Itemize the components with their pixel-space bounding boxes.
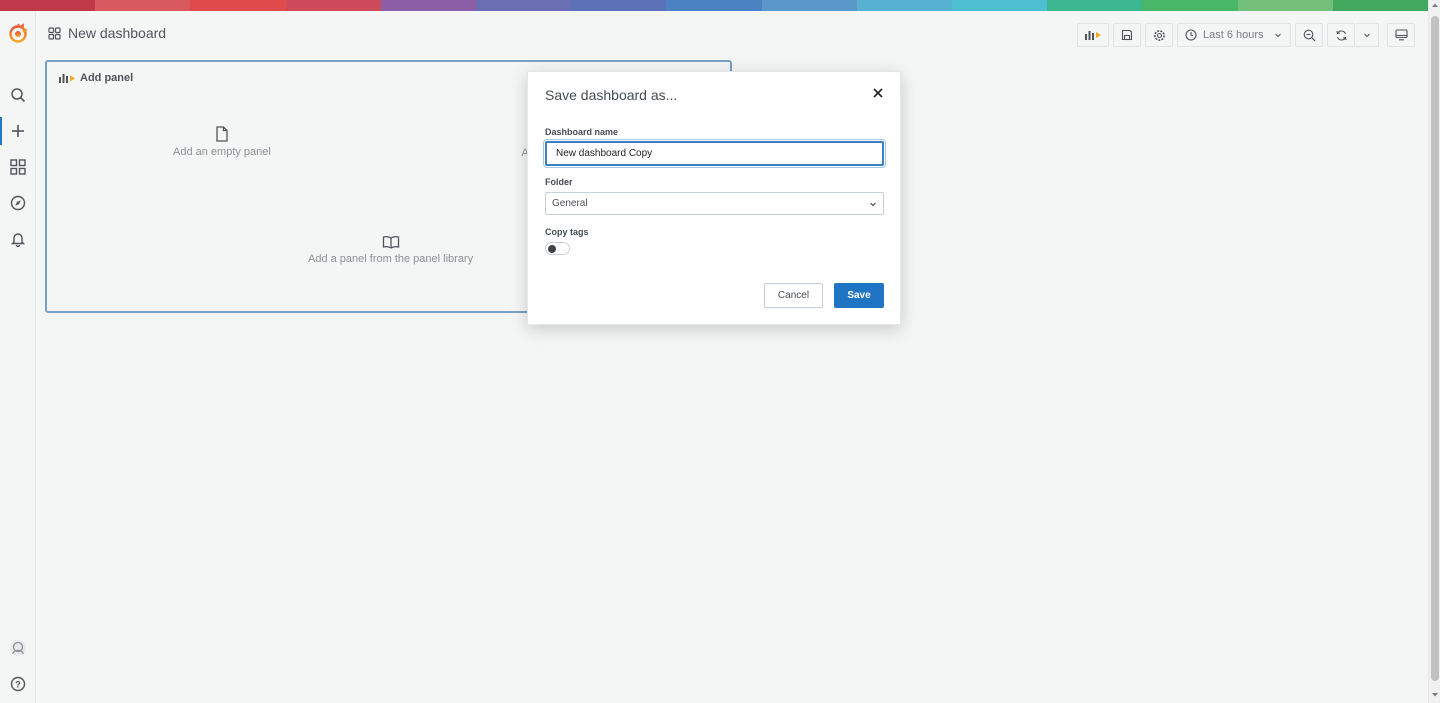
- color-strip-segment: [380, 0, 477, 11]
- add-panel-title: Add panel: [80, 72, 134, 84]
- add-library-panel-label: Add a panel from the panel library: [308, 253, 474, 265]
- color-strip-segment: [856, 0, 953, 11]
- dashboard-name-input[interactable]: [543, 139, 886, 168]
- create-plus-icon[interactable]: [0, 113, 36, 149]
- color-strip-segment: [190, 0, 286, 11]
- explore-compass-icon[interactable]: [0, 185, 36, 221]
- gear-icon: [1153, 29, 1165, 41]
- color-strip-segment: [285, 0, 381, 11]
- page-scrollbar[interactable]: [1428, 0, 1440, 703]
- refresh-button[interactable]: [1327, 23, 1355, 47]
- add-empty-panel-button[interactable]: Add an empty panel: [173, 126, 271, 158]
- color-strip-segment: [571, 0, 667, 11]
- time-range-label: Last 6 hours: [1203, 29, 1264, 41]
- dashboards-grid-icon[interactable]: [0, 149, 36, 185]
- user-avatar-icon[interactable]: [0, 630, 36, 666]
- refresh-interval-dropdown[interactable]: [1355, 23, 1379, 47]
- color-strip-segment: [761, 0, 857, 11]
- color-strip-segment: [1332, 0, 1429, 11]
- close-icon[interactable]: [871, 86, 885, 100]
- save-icon: [1121, 29, 1133, 41]
- dashboard-toolbar: Last 6 hours: [1077, 23, 1415, 47]
- scrollbar-thumb[interactable]: [1431, 16, 1439, 681]
- time-range-picker[interactable]: Last 6 hours: [1177, 23, 1291, 47]
- book-open-icon: [382, 236, 399, 249]
- refresh-icon: [1335, 29, 1347, 41]
- zoom-out-icon: [1303, 29, 1315, 41]
- breadcrumb: New dashboard: [48, 25, 166, 41]
- grafana-logo-icon[interactable]: [0, 15, 36, 51]
- folder-select[interactable]: General: [545, 192, 884, 215]
- svg-text:?: ?: [15, 680, 21, 690]
- zoom-out-button[interactable]: [1295, 23, 1323, 47]
- add-panel-icon: [1085, 31, 1101, 40]
- chevron-down-icon: [1363, 33, 1370, 38]
- dashboard-grid-icon: [48, 26, 61, 40]
- color-strip-segment: [1142, 0, 1238, 11]
- color-strip-segment: [476, 0, 572, 11]
- toggle-knob: [548, 245, 556, 253]
- alerting-bell-icon[interactable]: [0, 221, 36, 257]
- side-menu: ?: [0, 11, 36, 703]
- chevron-down-icon: [1274, 33, 1281, 38]
- file-icon: [216, 126, 228, 142]
- color-strip-segment: [1237, 0, 1333, 11]
- copy-tags-label: Copy tags: [545, 227, 589, 237]
- add-empty-panel-label: Add an empty panel: [173, 146, 271, 158]
- monitor-icon: [1394, 29, 1408, 41]
- add-panel-header: Add panel: [58, 72, 133, 84]
- save-button[interactable]: Save: [834, 283, 884, 308]
- dashboard-name-label: Dashboard name: [545, 127, 619, 137]
- add-library-panel-button[interactable]: Add a panel from the panel library: [308, 235, 473, 265]
- save-dashboard-as-modal: Save dashboard as... Dashboard name Fold…: [527, 71, 901, 325]
- add-panel-icon: [59, 73, 75, 83]
- save-dashboard-button[interactable]: [1113, 23, 1141, 47]
- folder-label: Folder: [545, 177, 573, 187]
- tv-mode-button[interactable]: [1387, 23, 1415, 47]
- color-strip-segment: [1047, 0, 1143, 11]
- top-navbar: New dashboard Last 6 hours: [36, 11, 1428, 61]
- add-panel-button[interactable]: [1077, 23, 1109, 47]
- chevron-down-icon: [870, 202, 876, 206]
- top-color-strip: [0, 0, 1429, 11]
- modal-title: Save dashboard as...: [545, 87, 678, 103]
- cancel-button[interactable]: Cancel: [764, 283, 823, 308]
- color-strip-segment: [95, 0, 191, 11]
- dashboard-title[interactable]: New dashboard: [68, 25, 166, 41]
- search-icon[interactable]: [0, 77, 36, 113]
- copy-tags-toggle[interactable]: [545, 242, 570, 255]
- color-strip-segment: [952, 0, 1048, 11]
- help-icon[interactable]: ?: [0, 666, 36, 702]
- folder-selected-value: General: [552, 198, 588, 209]
- scroll-down-arrow-icon[interactable]: [1431, 692, 1439, 698]
- clock-icon: [1185, 29, 1197, 41]
- color-strip-segment: [0, 0, 96, 11]
- dashboard-settings-button[interactable]: [1145, 23, 1173, 47]
- scroll-up-arrow-icon[interactable]: [1431, 2, 1439, 8]
- refresh-group: [1327, 23, 1379, 47]
- color-strip-segment: [666, 0, 762, 11]
